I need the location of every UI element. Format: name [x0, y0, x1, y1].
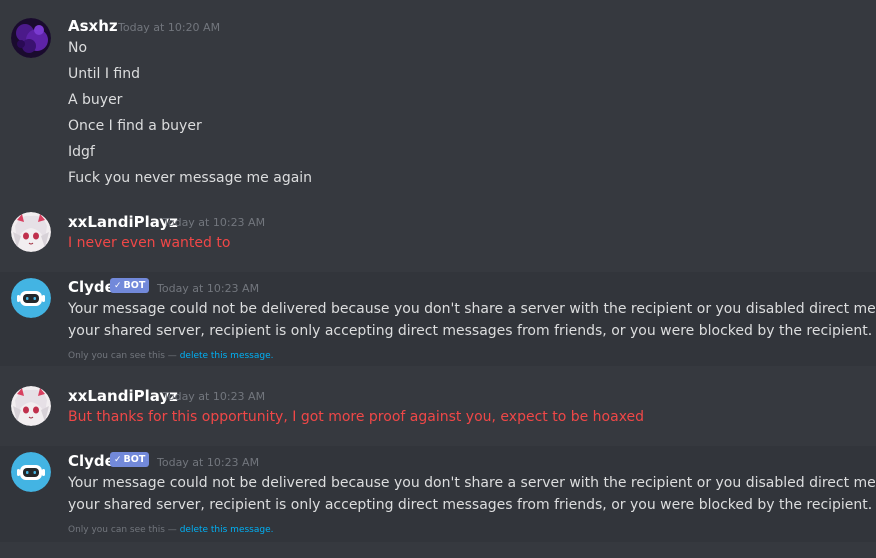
message-group-clyde: Clyde ✓ BOT Today at 10:23 AM Your messag… [0, 272, 876, 366]
message-line: Until I find [68, 66, 140, 82]
asxhz-avatar-icon[interactable] [11, 18, 51, 58]
message-line: your shared server, recipient is only ac… [68, 497, 873, 513]
message-line: A buyer [68, 92, 123, 108]
checkmark-icon: ✓ [114, 281, 122, 291]
author-name[interactable]: Clyde [68, 278, 115, 296]
message-group-clyde: Clyde ✓ BOT Today at 10:23 AM Your messag… [0, 446, 876, 542]
ephemeral-note-text: Only you can see this — [68, 351, 177, 361]
clyde-avatar-icon[interactable] [11, 278, 51, 318]
message-line: No [68, 40, 88, 56]
message-line: Your message could not be delivered beca… [68, 301, 876, 317]
message-line: I never even wanted to [68, 235, 231, 251]
ephemeral-note-text: Only you can see this — [68, 525, 177, 535]
landi-avatar-icon[interactable] [11, 386, 51, 426]
message-line: But thanks for this opportunity, I got m… [68, 409, 645, 425]
message-line: Idgf [68, 144, 95, 160]
message-group-asxhz: Asxhz Today at 10:20 AM No Until I find … [0, 0, 876, 200]
author-name[interactable]: Clyde [68, 452, 115, 470]
ephemeral-note: Only you can see this — delete this mess… [68, 351, 274, 361]
checkmark-icon: ✓ [114, 455, 122, 465]
message-timestamp: Today at 10:23 AM [157, 282, 260, 295]
author-name[interactable]: Asxhz [68, 17, 118, 35]
landi-avatar-icon[interactable] [11, 212, 51, 252]
author-name[interactable]: xxLandiPlayz [68, 213, 178, 231]
bot-tag-label: BOT [123, 454, 146, 465]
message-line: Once I find a buyer [68, 118, 202, 134]
bot-tag: ✓ BOT [110, 278, 150, 293]
message-line: Your message could not be delivered beca… [68, 475, 876, 491]
delete-message-link[interactable]: delete this message. [180, 351, 274, 361]
message-timestamp: Today at 10:23 AM [157, 456, 260, 469]
message-timestamp: Today at 10:23 AM [163, 216, 266, 229]
bot-tag-label: BOT [123, 280, 146, 291]
message-line: Fuck you never message me again [68, 170, 313, 186]
message-group-landi: xxLandiPlayz Today at 10:23 AM I never e… [0, 200, 876, 272]
message-timestamp: Today at 10:20 AM [118, 21, 221, 34]
message-timestamp: Today at 10:23 AM [163, 390, 266, 403]
clyde-avatar-icon[interactable] [11, 452, 51, 492]
message-line: your shared server, recipient is only ac… [68, 323, 873, 339]
author-name[interactable]: xxLandiPlayz [68, 387, 178, 405]
message-group-landi: xxLandiPlayz Today at 10:23 AM But thank… [0, 376, 876, 446]
delete-message-link[interactable]: delete this message. [180, 525, 274, 535]
chat-messages: Asxhz Today at 10:20 AM No Until I find … [0, 0, 876, 558]
ephemeral-note: Only you can see this — delete this mess… [68, 525, 274, 535]
bot-tag: ✓ BOT [110, 452, 150, 467]
